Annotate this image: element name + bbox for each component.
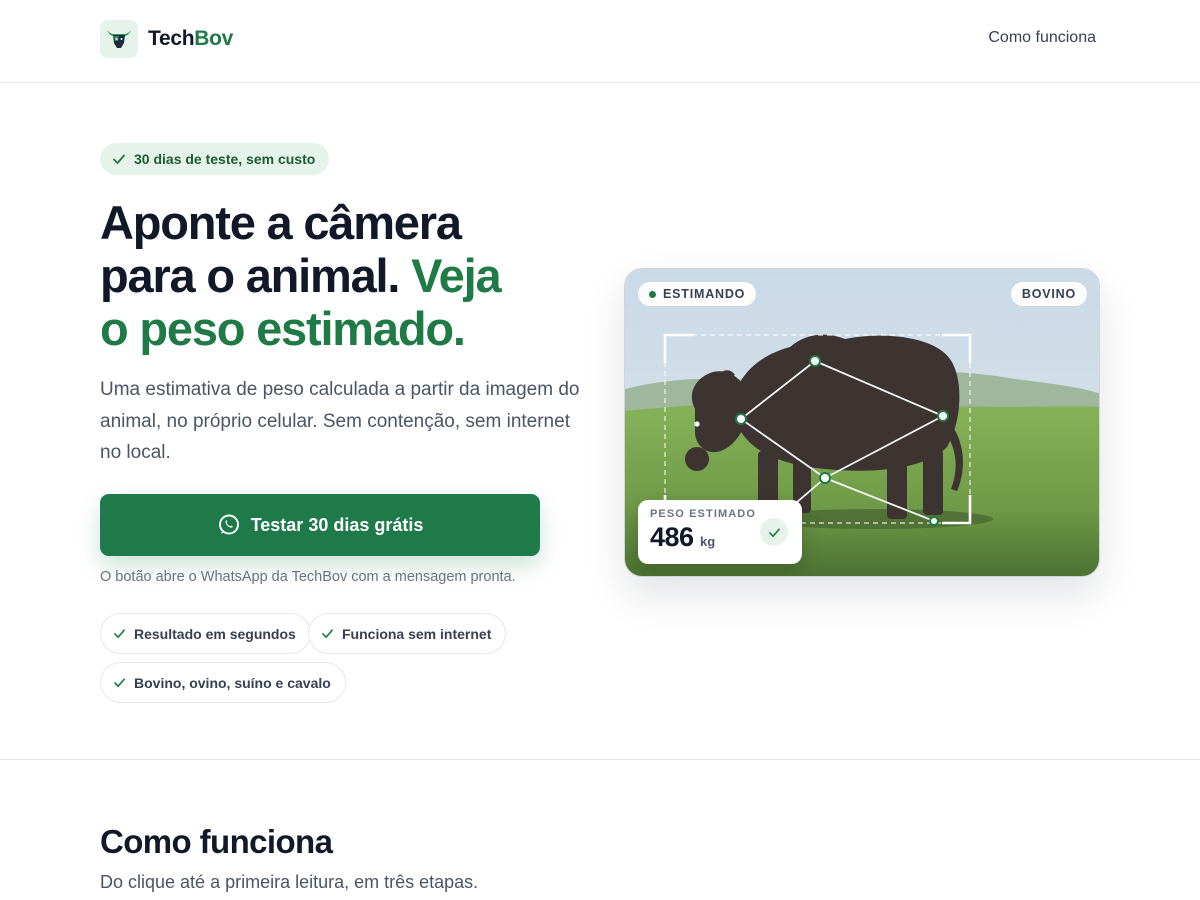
hero-title-line2a: para o animal.	[100, 249, 400, 302]
trial-cta-label: Testar 30 dias grátis	[250, 514, 424, 535]
nav-link-como-funciona[interactable]: Como funciona	[988, 29, 1096, 47]
site-header: TechBov Como funciona	[0, 0, 1200, 83]
trial-badge: 30 dias de teste, sem custo	[100, 143, 330, 175]
camera-preview-card: ESTIMANDO BOVINO PESO ESTIMADO 486 kg	[624, 268, 1100, 577]
trial-badge-label: 30 dias de teste, sem custo	[134, 151, 316, 167]
check-icon	[114, 629, 125, 639]
feature-chip-label: Resultado em segundos	[134, 625, 296, 642]
weight-value: 486	[650, 522, 694, 552]
feature-chip-speed: Resultado em segundos	[100, 613, 311, 654]
check-icon	[322, 629, 333, 639]
species-tag-label: BOVINO	[1021, 287, 1076, 301]
status-dot-icon	[649, 290, 656, 298]
trial-cta-button[interactable]: Testar 30 dias grátis	[100, 494, 540, 556]
feature-chip-label: Funciona sem internet	[342, 625, 492, 642]
weight-label: PESO ESTIMADO	[650, 508, 756, 520]
brand-part-bov: Bov	[194, 27, 234, 50]
bull-head-icon[interactable]	[100, 20, 138, 58]
how-it-works-title: Como funciona	[100, 823, 333, 860]
feature-chip-species: Bovino, ovino, suíno e cavalo	[100, 662, 346, 703]
status-tag: ESTIMANDO	[638, 282, 757, 306]
brand-name[interactable]: TechBov	[148, 27, 233, 51]
hero-subtitle: Uma estimativa de peso calculada a parti…	[100, 379, 580, 463]
how-it-works-subtitle: Do clique até a primeira leitura, em trê…	[100, 872, 479, 892]
feature-chip-offline: Funciona sem internet	[308, 613, 507, 654]
whatsapp-icon	[218, 514, 239, 535]
check-icon	[114, 678, 125, 688]
weight-unit: kg	[700, 534, 716, 549]
brand-part-tech: Tech	[148, 27, 195, 50]
section-divider	[0, 759, 1200, 760]
hero-title-line3: o peso estimado.	[100, 302, 466, 355]
check-circle-icon	[760, 518, 788, 546]
status-tag-label: ESTIMANDO	[663, 287, 746, 301]
weight-readout: PESO ESTIMADO 486 kg	[638, 500, 802, 564]
hero-title-line2b: Veja	[411, 249, 502, 302]
hero-title: Aponte a câmera para o animal. Veja o pe…	[100, 196, 580, 355]
feature-chip-label: Bovino, ovino, suíno e cavalo	[134, 674, 331, 691]
check-icon	[113, 154, 125, 164]
species-tag: BOVINO	[1010, 282, 1087, 306]
cta-note: O botão abre o WhatsApp da TechBov com a…	[100, 569, 516, 585]
hero-title-line1: Aponte a câmera	[100, 196, 462, 249]
